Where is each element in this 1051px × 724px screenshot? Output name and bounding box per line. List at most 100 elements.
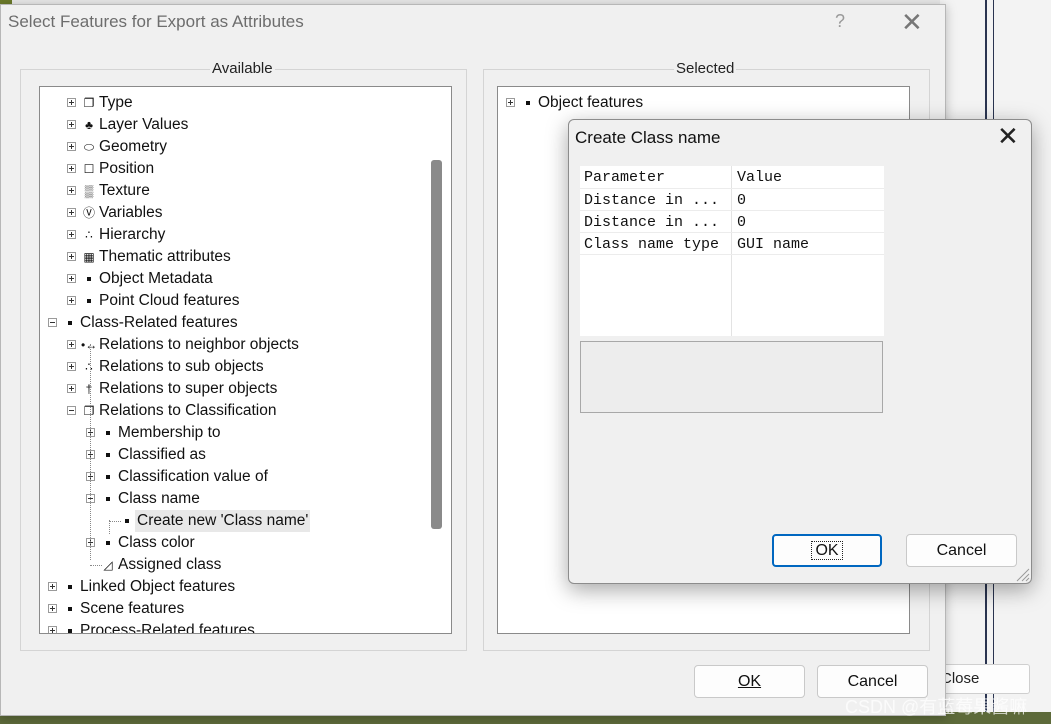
- tree-item[interactable]: ❐ Type: [40, 92, 430, 114]
- tree-item[interactable]: Class-Related features: [40, 312, 430, 334]
- tree-item[interactable]: Classification value of: [40, 466, 430, 488]
- tree-item[interactable]: ⬭ Geometry: [40, 136, 430, 158]
- ok-button[interactable]: OK: [694, 665, 805, 698]
- tree-item-label: Relations to super objects: [99, 380, 278, 397]
- bullet-icon: [106, 475, 110, 479]
- grid-header-parameter: Parameter: [584, 169, 666, 186]
- create-cancel-button[interactable]: Cancel: [906, 534, 1017, 567]
- tree-item-label: Create new 'Class name': [135, 510, 311, 532]
- grid-param-cell[interactable]: Distance in ...: [584, 212, 719, 234]
- expand-icon[interactable]: [67, 252, 76, 261]
- tree-item[interactable]: ◿ Assigned class: [40, 554, 430, 576]
- grid-value-cell[interactable]: 0: [737, 212, 746, 234]
- expand-icon[interactable]: [48, 582, 57, 591]
- tree-item-label: Variables: [99, 204, 163, 221]
- tree-item[interactable]: Process-Related features: [40, 620, 430, 634]
- available-tree[interactable]: ❐ Type ♣ Layer Values ⬭ Geometry ☐ Position ▒ Tex…: [39, 86, 452, 634]
- collapse-icon[interactable]: [48, 318, 57, 327]
- tree-item[interactable]: Point Cloud features: [40, 290, 430, 312]
- tree-item[interactable]: Object Metadata: [40, 268, 430, 290]
- tree-item[interactable]: •↔ Relations to neighbor objects: [40, 334, 430, 356]
- tree-item[interactable]: Class name: [40, 488, 430, 510]
- tree-item-label: Relations to Classification: [99, 402, 277, 419]
- grid-value-cell[interactable]: GUI name: [737, 234, 809, 256]
- tree-item-label: Type: [99, 94, 133, 111]
- expand-icon[interactable]: [48, 604, 57, 613]
- tree-item[interactable]: ∴ Relations to sub objects: [40, 356, 430, 378]
- tree-item[interactable]: ❐ Relations to Classification: [40, 400, 430, 422]
- variables-icon: Ⓥ: [82, 206, 95, 220]
- tree-item-label: Relations to sub objects: [99, 358, 264, 375]
- expand-icon[interactable]: [67, 164, 76, 173]
- expand-icon[interactable]: [67, 142, 76, 151]
- tree-item[interactable]: ☐ Position: [40, 158, 430, 180]
- bullet-icon: [68, 607, 72, 611]
- tree-item[interactable]: Membership to: [40, 422, 430, 444]
- expand-icon[interactable]: [67, 362, 76, 371]
- texture-icon: ▒: [84, 184, 94, 198]
- grid-header-value: Value: [737, 169, 783, 186]
- grid-param-cell[interactable]: Distance in ...: [584, 190, 719, 212]
- tree-item[interactable]: ▦ Thematic attributes: [40, 246, 430, 268]
- expand-icon[interactable]: [67, 340, 76, 349]
- grid-column-divider: [731, 166, 732, 336]
- expand-icon[interactable]: [67, 296, 76, 305]
- position-icon: ☐: [83, 162, 95, 176]
- tree-item-label: Point Cloud features: [99, 292, 240, 309]
- hierarchy-icon: ∴: [85, 228, 93, 242]
- tree-item[interactable]: ▒ Texture: [40, 180, 430, 202]
- tree-item[interactable]: Class color: [40, 532, 430, 554]
- tree-item[interactable]: Linked Object features: [40, 576, 430, 598]
- create-class-name-dialog: Create Class name ✕ Parameter Value Dist…: [568, 119, 1032, 584]
- tree-scrollbar-thumb[interactable]: [431, 160, 442, 529]
- bullet-icon: [87, 299, 91, 303]
- tree-connector: [109, 521, 121, 522]
- tree-item[interactable]: † Relations to super objects: [40, 378, 430, 400]
- tree-item-label: Membership to: [118, 424, 221, 441]
- tree-item[interactable]: Scene features: [40, 598, 430, 620]
- help-button[interactable]: ?: [835, 11, 845, 32]
- table-icon: ▦: [83, 250, 95, 264]
- tree-item-label: Geometry: [99, 138, 168, 155]
- expand-icon[interactable]: [67, 274, 76, 283]
- classification-icon: ❐: [83, 404, 95, 418]
- tree-item[interactable]: Create new 'Class name': [40, 510, 430, 532]
- parameter-grid[interactable]: Parameter Value Distance in ... 0 Distan…: [580, 166, 884, 336]
- bullet-icon: [106, 497, 110, 501]
- close-icon[interactable]: ✕: [997, 121, 1019, 152]
- description-box: [580, 341, 883, 413]
- tree-item-label: Object Metadata: [99, 270, 213, 287]
- grid-value-cell[interactable]: 0: [737, 190, 746, 212]
- expand-icon[interactable]: [67, 98, 76, 107]
- bullet-icon: [125, 519, 129, 523]
- tree-item-label: Position: [99, 160, 155, 177]
- grid-param-cell[interactable]: Class name type: [584, 234, 719, 256]
- tree-item-label: Assigned class: [118, 556, 222, 573]
- expand-icon[interactable]: [506, 98, 515, 107]
- layer-values-icon: ♣: [85, 118, 93, 132]
- expand-icon[interactable]: [67, 208, 76, 217]
- expand-icon[interactable]: [67, 186, 76, 195]
- tree-item[interactable]: Classified as: [40, 444, 430, 466]
- tree-connector: [109, 520, 110, 534]
- tree-item-label: Texture: [99, 182, 150, 199]
- close-icon[interactable]: ✕: [901, 7, 923, 38]
- collapse-icon[interactable]: [67, 406, 76, 415]
- tree-item[interactable]: ♣ Layer Values: [40, 114, 430, 136]
- tree-item-label: Class name: [118, 490, 200, 507]
- tree-item[interactable]: Ⓥ Variables: [40, 202, 430, 224]
- resize-grip-icon[interactable]: [1014, 566, 1030, 582]
- selected-label: Selected: [674, 60, 737, 77]
- expand-icon[interactable]: [67, 230, 76, 239]
- type-icon: ❐: [83, 96, 95, 110]
- expand-icon[interactable]: [67, 384, 76, 393]
- tree-item-label: Process-Related features: [80, 622, 255, 634]
- expand-icon[interactable]: [67, 120, 76, 129]
- create-ok-button[interactable]: OK: [772, 534, 882, 567]
- tree-item[interactable]: Object features: [498, 92, 888, 114]
- tree-item[interactable]: ∴ Hierarchy: [40, 224, 430, 246]
- tree-item-label: Relations to neighbor objects: [99, 336, 299, 353]
- expand-icon[interactable]: [48, 626, 57, 633]
- bullet-icon: [106, 431, 110, 435]
- bullet-icon: [68, 629, 72, 633]
